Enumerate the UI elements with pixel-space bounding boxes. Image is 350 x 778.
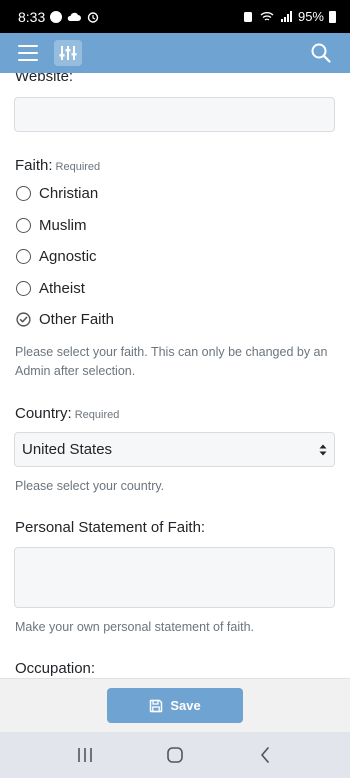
faith-option-atheist[interactable]: Atheist (16, 280, 85, 297)
app-bar-left (18, 40, 82, 66)
faith-option-muslim[interactable]: Muslim (16, 217, 87, 234)
radio-unchecked-icon[interactable] (16, 281, 31, 296)
sliders-icon[interactable] (54, 40, 82, 66)
statement-help-text: Make your own personal statement of fait… (15, 620, 255, 634)
battery-icon (329, 10, 336, 23)
radio-unchecked-icon[interactable] (16, 186, 31, 201)
faith-option-label: Agnostic (39, 248, 97, 265)
recent-apps-button[interactable] (73, 743, 97, 767)
form-content: Website: Faith: Required Christian Muslim… (0, 73, 350, 678)
save-label: Save (170, 698, 201, 713)
search-icon[interactable] (310, 42, 332, 64)
website-input[interactable] (14, 97, 335, 132)
faith-option-label: Christian (39, 185, 99, 202)
country-help-text: Please select your country. (15, 479, 165, 493)
status-bar: 8:33 95% (0, 0, 350, 33)
occupation-label: Occupation: (15, 660, 96, 677)
select-arrows-icon (319, 444, 327, 455)
country-select[interactable]: United States (14, 432, 335, 467)
faith-option-christian[interactable]: Christian (16, 185, 98, 202)
signal-icon (280, 10, 292, 22)
save-button[interactable]: Save (107, 688, 243, 723)
faith-label-text: Faith: (15, 157, 53, 174)
faith-option-label: Other Faith (39, 311, 115, 328)
status-left: 8:33 (18, 9, 100, 25)
country-selected-value: United States (22, 441, 113, 458)
status-time: 8:33 (18, 8, 46, 25)
statement-textarea[interactable] (14, 547, 335, 608)
faith-option-agnostic[interactable]: Agnostic (16, 248, 97, 265)
statement-label: Personal Statement of Faith: (15, 519, 206, 536)
home-icon (167, 747, 183, 763)
country-label: Country: Required (15, 405, 119, 422)
recent-apps-icon (78, 748, 92, 762)
country-label-text: Country: (15, 405, 72, 422)
radio-unchecked-icon[interactable] (16, 249, 31, 264)
back-icon (261, 747, 269, 763)
app-bar (0, 33, 350, 73)
floppy-disk-icon (150, 699, 163, 712)
sim-icon (243, 11, 252, 22)
faith-required: Required (55, 161, 101, 173)
menu-icon[interactable] (18, 45, 38, 61)
faith-option-label: Atheist (39, 280, 85, 297)
home-button[interactable] (163, 743, 187, 767)
faith-option-other[interactable]: Other Faith (16, 311, 114, 328)
battery-percent: 95% (297, 9, 324, 24)
alarm-icon (88, 11, 99, 23)
wifi-icon (260, 11, 274, 21)
back-button[interactable] (253, 743, 277, 767)
radio-unchecked-icon[interactable] (16, 218, 31, 233)
faith-help-text: Please select your faith. This can only … (15, 345, 328, 378)
cloud-icon (67, 12, 82, 21)
country-required: Required (74, 409, 120, 421)
status-right: 95% (241, 9, 336, 24)
radio-checked-icon[interactable] (16, 312, 31, 327)
website-label: Website: (15, 73, 74, 85)
faith-option-label: Muslim (39, 217, 87, 234)
faith-label: Faith: Required (15, 157, 100, 174)
save-bar: Save (0, 678, 350, 732)
notification-icon (50, 10, 63, 23)
system-nav-bar (0, 732, 350, 778)
